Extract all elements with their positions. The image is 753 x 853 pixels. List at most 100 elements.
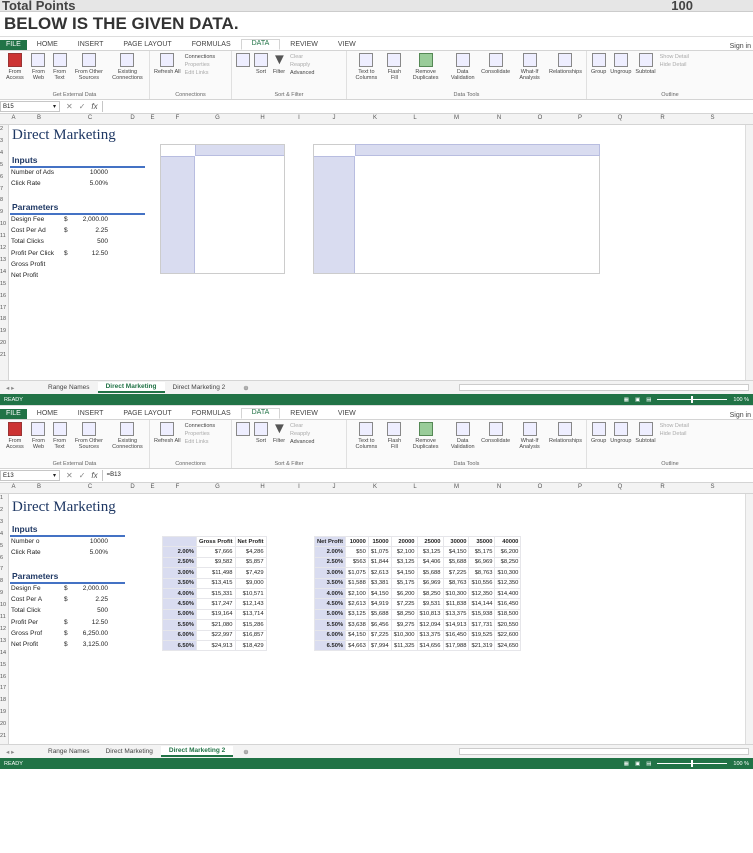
column-header-C[interactable]: C <box>60 115 120 121</box>
net-profit-cell[interactable]: $10,300 <box>494 567 522 579</box>
row-header[interactable]: 18 <box>0 697 9 703</box>
net-profit-cell[interactable]: $21,319 <box>468 639 496 652</box>
rate-cell[interactable]: 5.00% <box>313 608 347 621</box>
column-header-A[interactable]: A <box>9 484 18 490</box>
column-header-M[interactable]: M <box>435 115 478 121</box>
net-profit-cell[interactable]: $5,688 <box>442 556 470 569</box>
net-profit-cell[interactable]: $9,275 <box>390 619 418 631</box>
row-header[interactable]: 8 <box>0 578 9 584</box>
net-profit-cell[interactable]: $10,556 <box>468 577 496 589</box>
net-profit-cell[interactable]: $2,613 <box>345 598 369 610</box>
net-profit-cell[interactable]: $2,100 <box>390 546 418 558</box>
net-profit-cell[interactable]: $12,350 <box>468 587 496 600</box>
column-header-N[interactable]: N <box>478 484 520 490</box>
hide-detail-button[interactable]: Hide Detail <box>660 430 689 438</box>
rate-cell[interactable]: 2.00% <box>313 546 347 558</box>
net-profit-cell[interactable]: $16,450 <box>494 598 522 610</box>
zoom-thumb[interactable] <box>691 760 694 767</box>
row-header[interactable]: 20 <box>0 340 9 346</box>
net-profit-cell[interactable]: $11,838 <box>442 598 470 610</box>
parameter-value[interactable]: 500 <box>70 237 108 247</box>
column-header-I[interactable]: I <box>285 484 313 490</box>
net-profit-cell[interactable]: $4,150 <box>345 629 369 641</box>
tab-page-layout[interactable]: PAGE LAYOUT <box>113 41 181 50</box>
net-profit-cell[interactable]: $14,144 <box>468 598 496 610</box>
net-profit-cell[interactable]: $17,731 <box>468 619 496 631</box>
parameter-currency[interactable]: $ <box>64 215 68 225</box>
ads-header[interactable]: 15000 <box>367 535 392 548</box>
parameter-label[interactable]: Cost Per Ad <box>11 226 46 236</box>
tab-formulas[interactable]: FORMULAS <box>182 41 241 50</box>
row-header[interactable]: 1 <box>0 495 9 501</box>
net-profit-cell[interactable]: $15,938 <box>468 608 496 621</box>
column-header-K[interactable]: K <box>355 484 395 490</box>
column-header-G[interactable]: G <box>195 115 240 121</box>
net-profit-cell[interactable]: $13,714 <box>234 608 267 621</box>
name-box[interactable]: B15 ▾ <box>0 101 60 112</box>
net-profit-cell[interactable]: $10,571 <box>234 587 267 600</box>
sheet-tab-direct-marketing[interactable]: Direct Marketing <box>98 747 161 756</box>
rate-cell[interactable]: 6.50% <box>162 639 197 652</box>
net-profit-cell[interactable]: $11,325 <box>390 639 418 652</box>
net-profit-cell[interactable]: $8,250 <box>416 587 444 600</box>
net-profit-cell[interactable]: $1,844 <box>367 556 392 569</box>
gross-profit-cell[interactable]: $24,913 <box>196 639 236 652</box>
parameter-value[interactable]: 2.25 <box>70 226 108 236</box>
normal-view-icon[interactable]: ▦ <box>624 397 629 403</box>
net-profit-cell[interactable]: $12,350 <box>494 577 522 589</box>
row-header[interactable]: 16 <box>0 674 9 680</box>
zoom-slider[interactable] <box>657 396 728 403</box>
row-header[interactable]: 3 <box>0 138 9 144</box>
zoom-level[interactable]: 100 % <box>733 397 749 403</box>
column-header-N[interactable]: N <box>478 115 520 121</box>
clear-button[interactable]: Clear <box>290 53 314 61</box>
net-profit-cell[interactable]: $4,286 <box>234 546 267 558</box>
rate-cell[interactable]: 5.00% <box>162 608 197 621</box>
hide-detail-button[interactable]: Hide Detail <box>660 61 689 69</box>
net-profit-cell[interactable]: $3,638 <box>345 619 369 631</box>
net-profit-cell[interactable]: $14,913 <box>442 619 470 631</box>
column-header-I[interactable]: I <box>285 115 313 121</box>
net-profit-cell[interactable]: $2,100 <box>345 587 369 600</box>
rate-cell[interactable]: 5.50% <box>313 619 347 631</box>
parameter-label[interactable]: Total Click <box>11 606 41 616</box>
sheet-nav-arrows[interactable]: ◂ ▸ <box>0 748 40 756</box>
column-header-J[interactable]: J <box>313 484 355 490</box>
ads-header[interactable]: 35000 <box>468 535 496 548</box>
row-header[interactable]: 21 <box>0 352 9 358</box>
row-header[interactable]: 14 <box>0 650 9 656</box>
ads-header[interactable]: 25000 <box>416 535 444 548</box>
row-header[interactable]: 11 <box>0 614 9 620</box>
parameter-label[interactable]: Net Profit <box>11 271 38 281</box>
column-header-B[interactable]: B <box>18 484 60 490</box>
tab-formulas[interactable]: FORMULAS <box>182 410 241 419</box>
enter-icon[interactable]: ✓ <box>79 102 86 111</box>
input-value[interactable]: 5.00% <box>60 548 108 558</box>
add-sheet-icon[interactable]: ⊕ <box>243 384 248 392</box>
net-profit-cell[interactable]: $7,225 <box>390 598 418 610</box>
net-profit-cell[interactable]: $4,150 <box>442 546 470 558</box>
column-header-S[interactable]: S <box>685 484 740 490</box>
net-profit-cell[interactable]: $2,613 <box>367 567 392 579</box>
net-profit-cell[interactable]: $3,125 <box>390 556 418 569</box>
parameter-currency[interactable]: $ <box>64 618 68 628</box>
column-header-L[interactable]: L <box>395 484 435 490</box>
row-header[interactable]: 4 <box>0 150 9 156</box>
tab-home[interactable]: HOME <box>27 41 68 50</box>
row-header[interactable]: 17 <box>0 685 9 691</box>
rate-cell[interactable]: 2.00% <box>162 546 197 558</box>
column-header-D[interactable]: D <box>120 484 145 490</box>
parameter-value[interactable]: 6,250.00 <box>70 629 108 639</box>
net-profit-cell[interactable]: $6,969 <box>468 556 496 569</box>
formula-input[interactable] <box>101 101 753 112</box>
net-profit-cell[interactable]: $9,531 <box>416 598 444 610</box>
vertical-scrollbar[interactable] <box>745 494 753 744</box>
connections-button[interactable]: Connections <box>185 422 216 430</box>
enter-icon[interactable]: ✓ <box>79 471 86 480</box>
page-break-icon[interactable]: ▤ <box>646 397 651 403</box>
rate-cell[interactable]: 6.00% <box>313 629 347 641</box>
net-profit-cell[interactable]: $5,857 <box>234 556 267 569</box>
row-header[interactable]: 9 <box>0 209 9 215</box>
net-profit-cell[interactable]: $8,250 <box>390 608 418 621</box>
row-header[interactable]: 9 <box>0 590 9 596</box>
